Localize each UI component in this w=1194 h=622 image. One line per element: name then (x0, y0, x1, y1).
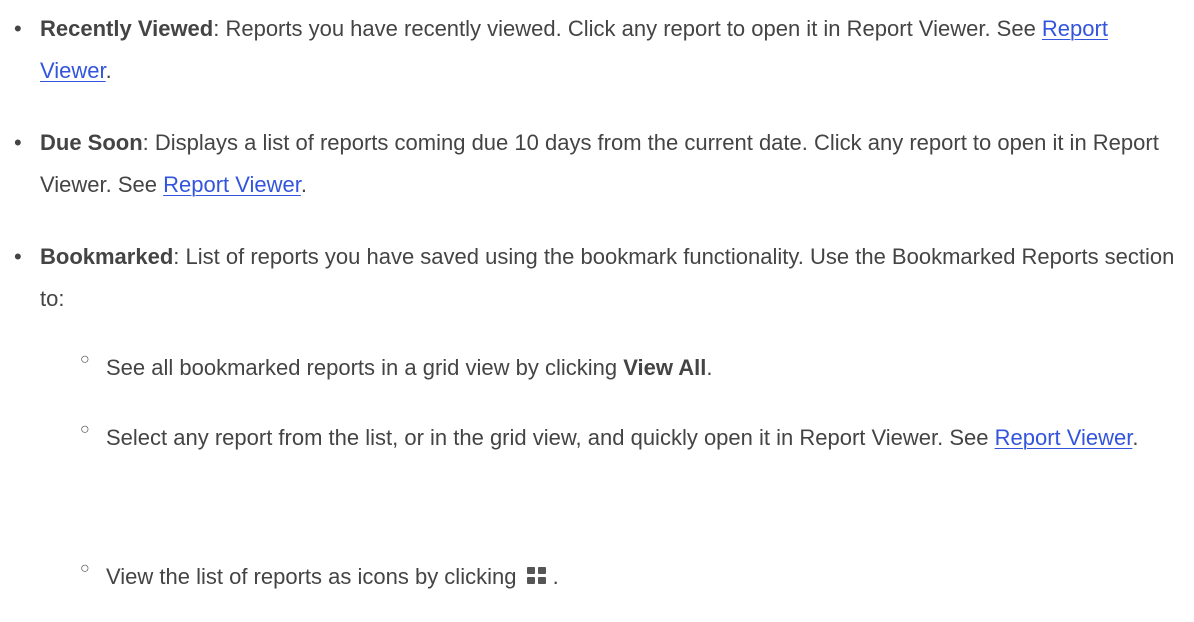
sub-bullet-select-report-text: Select any report from the list, or in t… (106, 417, 1176, 459)
punctuation: . (105, 58, 112, 83)
select-report-description: Select any report from the list, or in t… (106, 425, 995, 450)
punctuation: . (706, 355, 713, 380)
punctuation: . (1132, 425, 1139, 450)
bullet-recently-viewed-text: Recently Viewed: Reports you have recent… (40, 8, 1180, 92)
bullet-marker: • (14, 244, 22, 269)
term-bookmarked: Bookmarked (40, 244, 174, 269)
term-recently-viewed: Recently Viewed (40, 16, 214, 41)
recently-viewed-description: : Reports you have recently viewed. Clic… (213, 16, 1042, 41)
bookmarked-description: : List of reports you have saved using t… (40, 244, 1175, 311)
sub-bullet-view-icons: ○ View the list of reports as icons by c… (80, 556, 1180, 598)
sub-bullet-marker: ○ (80, 351, 90, 368)
bullet-bookmarked-text: Bookmarked: List of reports you have sav… (40, 236, 1180, 320)
view-all-description: See all bookmarked reports in a grid vie… (106, 355, 624, 380)
sub-bullet-marker: ○ (80, 560, 90, 577)
punctuation: . (300, 172, 308, 197)
term-due-soon: Due Soon (40, 130, 143, 155)
grid-view-icon (526, 567, 547, 585)
help-document: • Recently Viewed: Reports you have rece… (0, 0, 1194, 622)
bullet-recently-viewed: • Recently Viewed: Reports you have rece… (14, 8, 1184, 92)
sub-bullet-view-icons-text: View the list of reports as icons by cli… (106, 556, 1176, 598)
sub-bullet-view-all-text: See all bookmarked reports in a grid vie… (106, 347, 1176, 389)
sub-bullet-marker: ○ (80, 421, 90, 438)
view-icons-description: View the list of reports as icons by cli… (106, 564, 523, 589)
report-viewer-link[interactable]: Report Viewer (163, 172, 301, 197)
bullet-bookmarked: • Bookmarked: List of reports you have s… (14, 236, 1184, 320)
view-all-term: View All (623, 355, 707, 380)
bullet-marker: • (14, 16, 22, 41)
bullet-due-soon-text: Due Soon: Displays a list of reports com… (40, 122, 1180, 206)
bullet-marker: • (14, 130, 22, 155)
report-viewer-link[interactable]: Report Viewer (995, 425, 1133, 450)
sub-bullet-select-report: ○ Select any report from the list, or in… (80, 417, 1180, 501)
bullet-due-soon: • Due Soon: Displays a list of reports c… (14, 122, 1184, 206)
punctuation: . (546, 564, 559, 589)
sub-bullet-view-all: ○ See all bookmarked reports in a grid v… (80, 347, 1180, 389)
